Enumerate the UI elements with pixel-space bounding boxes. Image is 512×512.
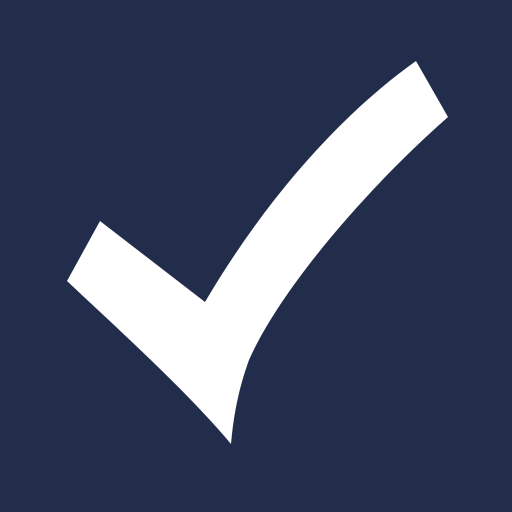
app-icon-tile (0, 0, 512, 512)
checkmark-icon (0, 0, 512, 512)
